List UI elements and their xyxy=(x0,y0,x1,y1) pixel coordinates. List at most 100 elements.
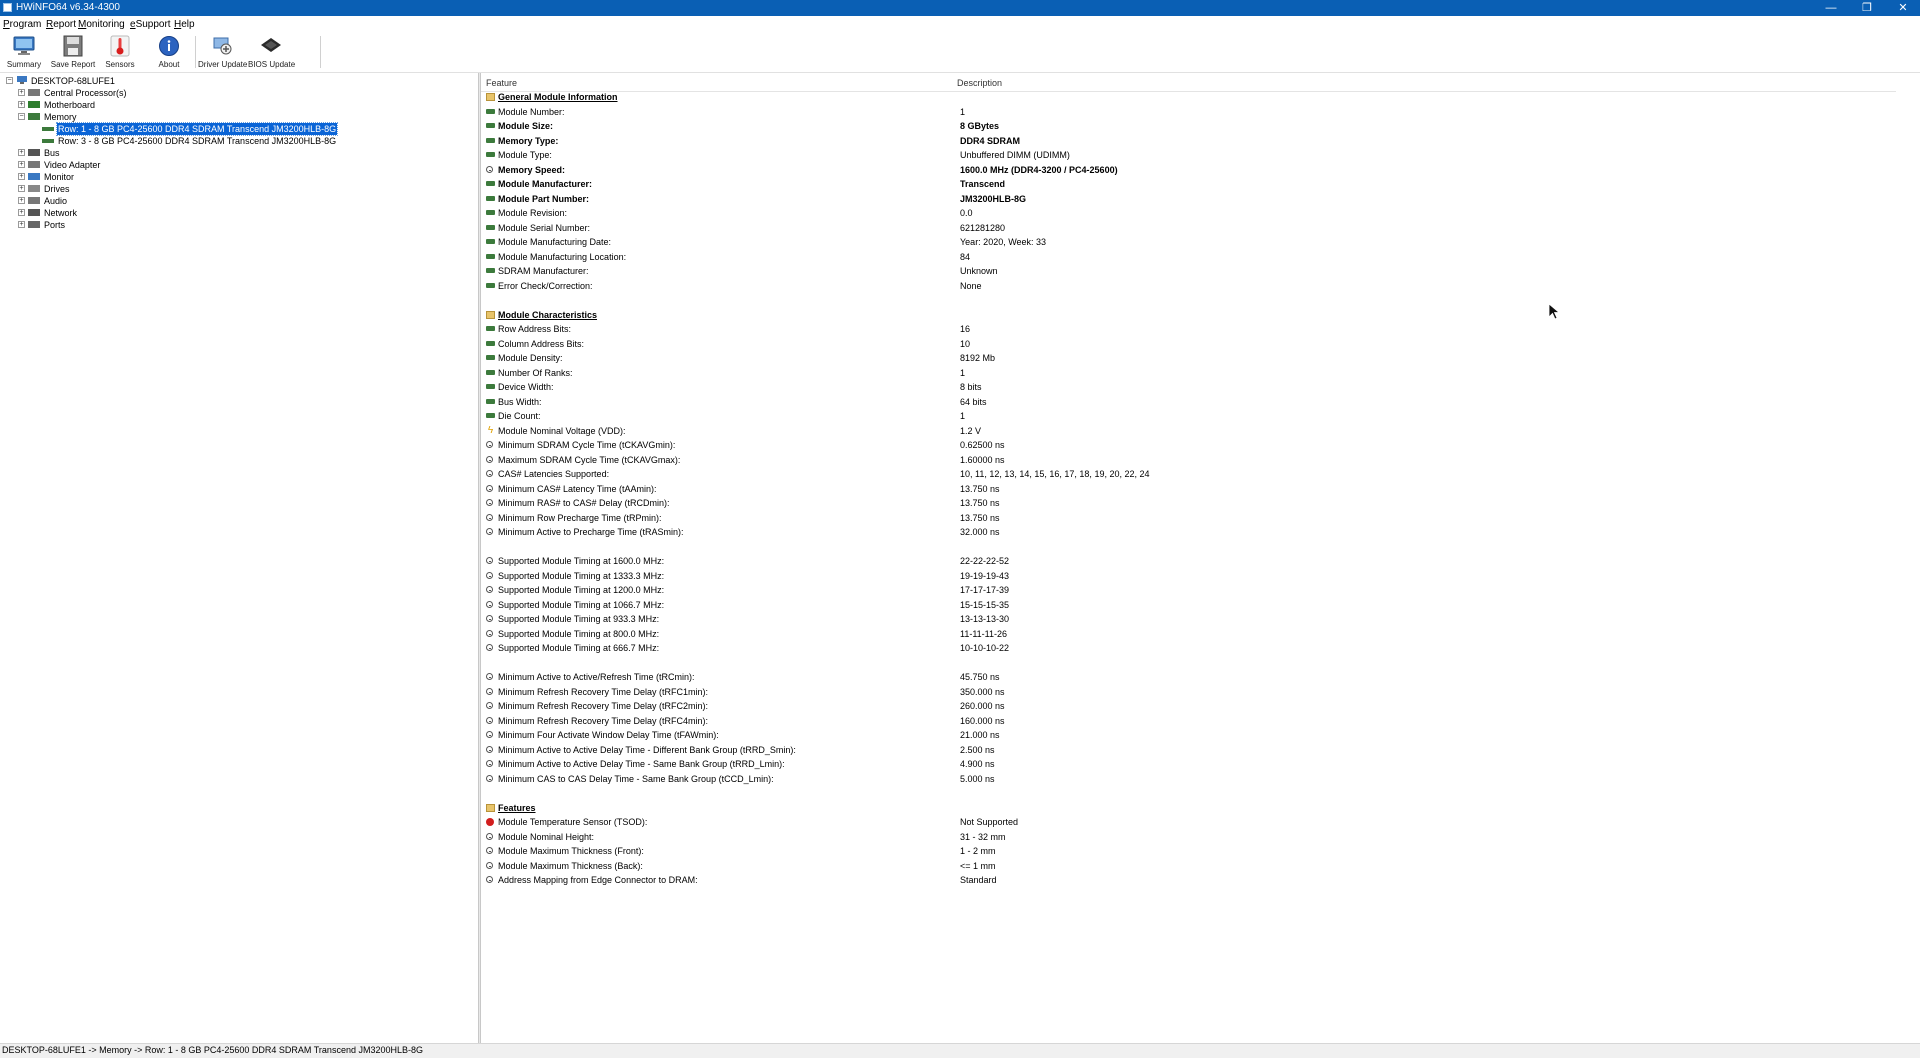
description-value: Unbuffered DIMM (UDIMM) xyxy=(960,150,1070,160)
description-value: 0.0 xyxy=(960,208,973,218)
feature-label: Minimum RAS# to CAS# Delay (tRCDmin): xyxy=(498,498,670,508)
description-value: 10-10-10-22 xyxy=(960,643,1010,653)
feature-label: Bus Width: xyxy=(498,397,542,407)
memory-module-icon xyxy=(42,139,54,143)
feature-label: Minimum Active to Precharge Time (tRASmi… xyxy=(498,527,684,537)
tree-root-label: DESKTOP-68LUFE1 xyxy=(31,76,115,86)
description-value: JM3200HLB-8G xyxy=(960,194,1027,204)
bios-update-button[interactable]: BIOS Update xyxy=(248,33,295,71)
feature-label: Error Check/Correction: xyxy=(498,281,593,291)
description-value: 1 xyxy=(960,368,966,378)
collapse-toggle[interactable]: − xyxy=(18,113,25,120)
save-report-label: Save Report xyxy=(50,60,96,69)
floppy-disk-icon xyxy=(63,35,83,57)
memory-chip-icon xyxy=(486,138,495,143)
description-value: 4.900 ns xyxy=(960,759,995,769)
menu-bar: Program Report Monitoring eSupport Help xyxy=(0,16,1920,32)
description-value: 8 GBytes xyxy=(960,121,1000,131)
expand-toggle[interactable]: + xyxy=(18,221,25,228)
tree-item-label: Drives xyxy=(44,184,70,194)
window-title: HWiNFO64 v6.34-4300 xyxy=(16,2,120,13)
feature-label: Minimum Refresh Recovery Time Delay (tRF… xyxy=(498,687,709,697)
collapse-toggle[interactable]: − xyxy=(6,77,13,84)
clock-icon xyxy=(486,528,493,535)
feature-label: Minimum Active to Active Delay Time - Di… xyxy=(498,745,796,755)
clock-icon xyxy=(486,456,493,463)
driver-update-label: Driver Update xyxy=(198,60,248,69)
ports-icon xyxy=(28,221,40,228)
feature-label: Die Count: xyxy=(498,411,541,421)
description-value: 10, 11, 12, 13, 14, 15, 16, 17, 18, 19, … xyxy=(960,469,1150,479)
app-icon xyxy=(3,3,12,12)
description-value: 1.2 V xyxy=(960,426,982,436)
menu-monitoring[interactable]: Monitoring xyxy=(78,19,125,30)
network-icon xyxy=(28,209,40,216)
expand-toggle[interactable]: + xyxy=(18,185,25,192)
memory-chip-icon xyxy=(486,268,495,273)
about-label: About xyxy=(158,60,180,69)
feature-label: Supported Module Timing at 1200.0 MHz: xyxy=(498,585,665,595)
about-button[interactable]: About xyxy=(150,33,188,71)
folder-icon xyxy=(486,311,495,319)
menu-report[interactable]: Report xyxy=(46,19,76,30)
expand-toggle[interactable]: + xyxy=(18,197,25,204)
expand-toggle[interactable]: + xyxy=(18,209,25,216)
description-value: 10 xyxy=(960,339,971,349)
clock-icon xyxy=(486,166,493,173)
description-value: 5.000 ns xyxy=(960,774,995,784)
feature-label: Supported Module Timing at 933.3 MHz: xyxy=(498,614,660,624)
description-value: 1.60000 ns xyxy=(960,455,1005,465)
tree-item-label: Motherboard xyxy=(44,100,96,110)
feature-label: Minimum Refresh Recovery Time Delay (tRF… xyxy=(498,701,709,711)
description-value: Standard xyxy=(960,875,997,885)
restore-button[interactable]: ❐ xyxy=(1850,0,1884,16)
memory-chip-icon xyxy=(486,196,495,201)
monitor-icon xyxy=(28,173,40,180)
sensors-button[interactable]: Sensors xyxy=(100,33,140,71)
feature-label: Supported Module Timing at 1066.7 MHz: xyxy=(498,600,665,610)
feature-label: Minimum Active to Active/Refresh Time (t… xyxy=(498,672,695,682)
feature-column-header[interactable]: Feature xyxy=(486,78,517,88)
expand-toggle[interactable]: + xyxy=(18,101,25,108)
expand-toggle[interactable]: + xyxy=(18,173,25,180)
memory-chip-icon xyxy=(486,399,495,404)
driver-update-button[interactable]: Driver Update xyxy=(198,33,248,71)
expand-toggle[interactable]: + xyxy=(18,149,25,156)
expand-toggle[interactable]: + xyxy=(18,161,25,168)
description-column-header[interactable]: Description xyxy=(957,78,1002,88)
description-value: 2.500 ns xyxy=(960,745,995,755)
toolbar: Summary Save Report Sensors About Driver… xyxy=(0,32,1920,73)
summary-button[interactable]: Summary xyxy=(2,33,46,71)
tree-item-label: Memory xyxy=(44,112,77,122)
memory-chip-icon xyxy=(486,355,495,360)
device-tree[interactable]: − DESKTOP-68LUFE1 + Central Processor(s) +… xyxy=(0,73,478,1043)
driver-update-icon xyxy=(213,37,232,55)
memory-chip-icon xyxy=(486,239,495,244)
description-value: 260.000 ns xyxy=(960,701,1005,711)
feature-label: Number Of Ranks: xyxy=(498,368,573,378)
menu-help[interactable]: Help xyxy=(174,19,195,30)
clock-icon xyxy=(486,586,493,593)
minimize-button[interactable]: — xyxy=(1814,0,1848,16)
expand-toggle[interactable]: + xyxy=(18,89,25,96)
detail-pane[interactable]: Feature Description General Module Infor… xyxy=(481,73,1920,1043)
description-value: 13.750 ns xyxy=(960,498,1000,508)
description-value: 45.750 ns xyxy=(960,672,1000,682)
memory-icon xyxy=(28,113,40,120)
monitor-icon xyxy=(13,36,35,55)
menu-esupport[interactable]: eSupport xyxy=(130,19,171,30)
feature-label: Device Width: xyxy=(498,382,554,392)
menu-program[interactable]: Program xyxy=(3,19,41,30)
save-report-button[interactable]: Save Report xyxy=(49,33,97,71)
description-value: 1600.0 MHz (DDR4-3200 / PC4-25600) xyxy=(960,165,1118,175)
cpu-icon xyxy=(28,89,40,96)
clock-icon xyxy=(486,731,493,738)
clock-icon xyxy=(486,702,493,709)
video-adapter-icon xyxy=(28,161,40,168)
feature-label: Module Number: xyxy=(498,107,565,117)
folder-icon xyxy=(486,804,495,812)
tree-item-label: Bus xyxy=(44,148,60,158)
close-button[interactable]: ✕ xyxy=(1886,0,1920,16)
clock-icon xyxy=(486,717,493,724)
feature-label: Minimum CAS# Latency Time (tAAmin): xyxy=(498,484,657,494)
